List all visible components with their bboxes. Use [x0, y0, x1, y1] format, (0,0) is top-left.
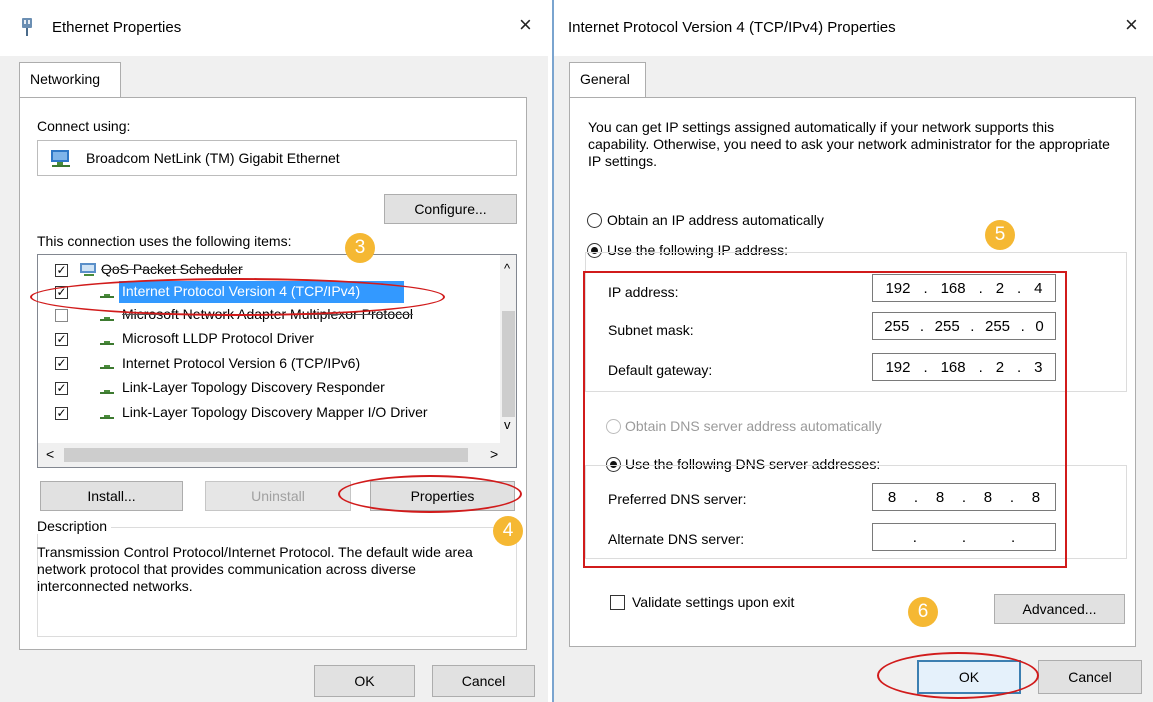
scroll-up-icon[interactable]: ^ [504, 261, 510, 276]
scroll-down-icon[interactable]: v [504, 417, 511, 432]
uninstall-button[interactable]: Uninstall [205, 481, 351, 511]
scroll-left-icon[interactable]: < [46, 446, 54, 462]
info-text: You can get IP settings assigned automat… [588, 119, 1110, 169]
annotation-ellipse-ipv4 [30, 278, 445, 316]
protocol-icon [100, 312, 114, 321]
step-badge-6: 6 [908, 597, 938, 627]
checkbox[interactable]: ✓ [55, 382, 68, 395]
tab-networking[interactable]: Networking [19, 62, 121, 98]
network-adapter-icon [22, 18, 32, 36]
validate-label[interactable]: Validate settings upon exit [632, 594, 794, 610]
protocol-icon [100, 385, 114, 394]
checkbox[interactable]: ✓ [55, 407, 68, 420]
checkbox[interactable] [55, 309, 68, 322]
qos-icon [80, 263, 96, 276]
configure-button[interactable]: Configure... [384, 194, 517, 224]
list-item[interactable]: ✓ Link-Layer Topology Discovery Responde… [38, 377, 500, 401]
list-item[interactable]: ✓ Microsoft LLDP Protocol Driver [38, 327, 500, 351]
connect-using-label: Connect using: [37, 118, 131, 134]
step-badge-4: 4 [493, 516, 523, 546]
close-icon[interactable]: × [1125, 12, 1138, 38]
adapter-box: Broadcom NetLink (TM) Gigabit Ethernet [37, 140, 517, 176]
list-item-label: Microsoft LLDP Protocol Driver [122, 330, 314, 346]
scroll-thumb-horizontal[interactable] [64, 448, 468, 462]
description-text: Transmission Control Protocol/Internet P… [37, 544, 473, 594]
adapter-name: Broadcom NetLink (TM) Gigabit Ethernet [86, 150, 340, 166]
protocol-icon [100, 336, 114, 345]
radio-auto-ip[interactable] [587, 213, 602, 228]
items-label: This connection uses the following items… [37, 233, 292, 249]
ok-button[interactable]: OK [314, 665, 415, 697]
cancel-button[interactable]: Cancel [432, 665, 535, 697]
cancel-button[interactable]: Cancel [1038, 660, 1142, 694]
scroll-right-icon[interactable]: > [490, 446, 498, 462]
description-label: Description [37, 518, 112, 534]
horizontal-scrollbar[interactable]: < > [38, 443, 516, 467]
list-item[interactable]: ✓ Internet Protocol Version 6 (TCP/IPv6) [38, 351, 500, 377]
radio-auto-ip-label[interactable]: Obtain an IP address automatically [607, 212, 824, 228]
scroll-thumb[interactable] [502, 311, 515, 417]
list-item-label: Link-Layer Topology Discovery Mapper I/O… [122, 404, 428, 420]
validate-checkbox[interactable] [610, 595, 625, 610]
annotation-ellipse-ok [877, 652, 1039, 699]
dialog-title: Ethernet Properties [52, 19, 182, 36]
checkbox[interactable]: ✓ [55, 264, 68, 277]
advanced-button[interactable]: Advanced... [994, 594, 1125, 624]
vertical-scrollbar[interactable]: ^ v [500, 255, 516, 443]
networking-panel: Connect using: Broadcom NetLink (TM) Gig… [19, 97, 527, 650]
ethernet-properties-dialog: Ethernet Properties × Networking Connect… [0, 0, 548, 702]
step-badge-3: 3 [345, 233, 375, 263]
step-badge-5: 5 [985, 220, 1015, 250]
annotation-rect-settings [583, 271, 1067, 568]
list-item[interactable]: ✓ Link-Layer Topology Discovery Mapper I… [38, 401, 500, 425]
dialog-title: Internet Protocol Version 4 (TCP/IPv4) P… [568, 19, 896, 36]
protocol-icon [100, 360, 114, 369]
title-bar: Ethernet Properties × [0, 0, 548, 56]
list-item-label: QoS Packet Scheduler [101, 261, 243, 277]
list-item-label: Link-Layer Topology Discovery Responder [122, 379, 385, 395]
checkbox[interactable]: ✓ [55, 357, 68, 370]
checkbox[interactable]: ✓ [55, 333, 68, 346]
title-bar: Internet Protocol Version 4 (TCP/IPv4) P… [554, 0, 1153, 56]
protocol-icon [100, 410, 114, 419]
list-item-label: Internet Protocol Version 6 (TCP/IPv6) [122, 355, 361, 371]
annotation-ellipse-properties [338, 475, 522, 513]
adapter-icon [51, 150, 70, 167]
install-button[interactable]: Install... [40, 481, 183, 511]
tab-general[interactable]: General [569, 62, 646, 98]
close-icon[interactable]: × [519, 12, 532, 38]
